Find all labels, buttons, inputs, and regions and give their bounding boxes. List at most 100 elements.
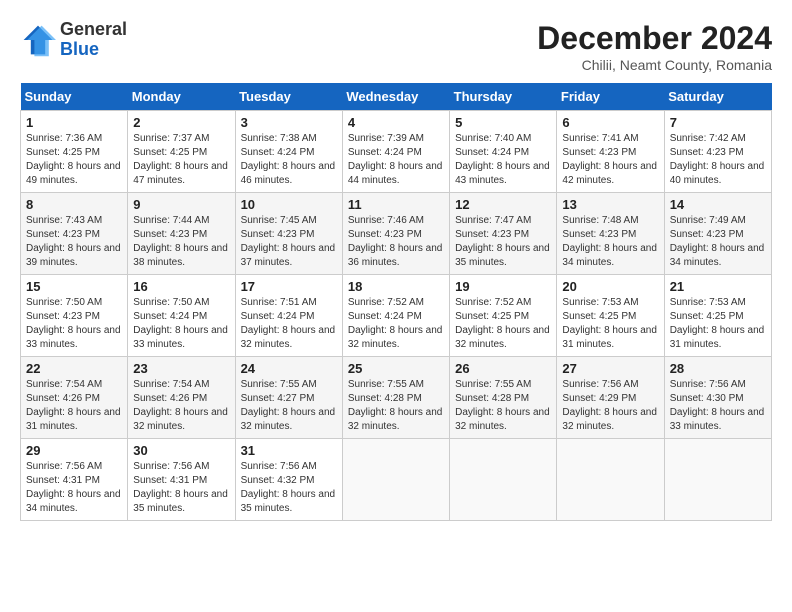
calendar-cell: 8 Sunrise: 7:43 AMSunset: 4:23 PMDaylight…	[21, 193, 128, 275]
day-detail: Sunrise: 7:55 AMSunset: 4:28 PMDaylight:…	[455, 378, 551, 434]
day-detail: Sunrise: 7:56 AMSunset: 4:29 PMDaylight:…	[562, 378, 658, 434]
day-detail: Sunrise: 7:38 AMSunset: 4:24 PMDaylight:…	[241, 132, 337, 188]
calendar-day-header: Monday	[128, 83, 235, 111]
day-number: 16	[133, 279, 229, 294]
calendar-body: 1 Sunrise: 7:36 AMSunset: 4:25 PMDaylight…	[21, 111, 772, 521]
calendar-week-row: 1 Sunrise: 7:36 AMSunset: 4:25 PMDaylight…	[21, 111, 772, 193]
day-number: 26	[455, 361, 551, 376]
calendar-cell: 12Sunrise: 7:47 AMSunset: 4:23 PMDayligh…	[450, 193, 557, 275]
day-number: 9	[133, 197, 229, 212]
calendar-day-header: Tuesday	[235, 83, 342, 111]
day-detail: Sunrise: 7:36 AMSunset: 4:25 PMDaylight:…	[26, 132, 122, 188]
calendar-week-row: 29 Sunrise: 7:56 AMSunset: 4:31 PMDayligh…	[21, 439, 772, 521]
calendar-cell: 3 Sunrise: 7:38 AMSunset: 4:24 PMDaylight…	[235, 111, 342, 193]
day-number: 15	[26, 279, 122, 294]
logo: General Blue	[20, 20, 127, 60]
logo-icon	[20, 22, 56, 58]
calendar-day-header: Wednesday	[342, 83, 449, 111]
day-detail: Sunrise: 7:42 AMSunset: 4:23 PMDaylight:…	[670, 132, 766, 188]
day-detail: Sunrise: 7:55 AMSunset: 4:28 PMDaylight:…	[348, 378, 444, 434]
calendar-cell: 13 Sunrise: 7:48 AMSunset: 4:23 PMDayligh…	[557, 193, 664, 275]
day-number: 7	[670, 115, 766, 130]
day-number: 17	[241, 279, 337, 294]
day-number: 30	[133, 443, 229, 458]
day-number: 19	[455, 279, 551, 294]
calendar-table: SundayMondayTuesdayWednesdayThursdayFrid…	[20, 83, 772, 521]
calendar-cell: 20Sunrise: 7:53 AMSunset: 4:25 PMDayligh…	[557, 275, 664, 357]
calendar-cell: 15 Sunrise: 7:50 AMSunset: 4:23 PMDayligh…	[21, 275, 128, 357]
calendar-cell: 16 Sunrise: 7:50 AMSunset: 4:24 PMDayligh…	[128, 275, 235, 357]
calendar-cell: 6 Sunrise: 7:41 AMSunset: 4:23 PMDaylight…	[557, 111, 664, 193]
calendar-week-row: 8 Sunrise: 7:43 AMSunset: 4:23 PMDaylight…	[21, 193, 772, 275]
day-number: 11	[348, 197, 444, 212]
calendar-week-row: 22 Sunrise: 7:54 AMSunset: 4:26 PMDayligh…	[21, 357, 772, 439]
day-detail: Sunrise: 7:37 AMSunset: 4:25 PMDaylight:…	[133, 132, 229, 188]
day-number: 8	[26, 197, 122, 212]
day-number: 18	[348, 279, 444, 294]
calendar-day-header: Friday	[557, 83, 664, 111]
calendar-cell: 14Sunrise: 7:49 AMSunset: 4:23 PMDayligh…	[664, 193, 771, 275]
day-detail: Sunrise: 7:53 AMSunset: 4:25 PMDaylight:…	[670, 296, 766, 352]
calendar-cell: 23 Sunrise: 7:54 AMSunset: 4:26 PMDayligh…	[128, 357, 235, 439]
calendar-cell: 18 Sunrise: 7:52 AMSunset: 4:24 PMDayligh…	[342, 275, 449, 357]
day-number: 13	[562, 197, 658, 212]
day-number: 31	[241, 443, 337, 458]
title-block: December 2024 Chilii, Neamt County, Roma…	[537, 20, 772, 73]
page-header: General Blue December 2024 Chilii, Neamt…	[20, 20, 772, 73]
calendar-cell: 5Sunrise: 7:40 AMSunset: 4:24 PMDaylight…	[450, 111, 557, 193]
calendar-cell: 25Sunrise: 7:55 AMSunset: 4:28 PMDayligh…	[342, 357, 449, 439]
calendar-cell	[342, 439, 449, 521]
day-number: 2	[133, 115, 229, 130]
day-number: 23	[133, 361, 229, 376]
calendar-cell: 27 Sunrise: 7:56 AMSunset: 4:29 PMDayligh…	[557, 357, 664, 439]
day-number: 27	[562, 361, 658, 376]
day-detail: Sunrise: 7:45 AMSunset: 4:23 PMDaylight:…	[241, 214, 337, 270]
day-detail: Sunrise: 7:56 AMSunset: 4:31 PMDaylight:…	[26, 460, 122, 516]
day-number: 21	[670, 279, 766, 294]
calendar-cell: 19 Sunrise: 7:52 AMSunset: 4:25 PMDayligh…	[450, 275, 557, 357]
day-detail: Sunrise: 7:51 AMSunset: 4:24 PMDaylight:…	[241, 296, 337, 352]
location: Chilii, Neamt County, Romania	[537, 57, 772, 73]
calendar-cell: 7 Sunrise: 7:42 AMSunset: 4:23 PMDaylight…	[664, 111, 771, 193]
calendar-week-row: 15 Sunrise: 7:50 AMSunset: 4:23 PMDayligh…	[21, 275, 772, 357]
day-number: 24	[241, 361, 337, 376]
calendar-cell: 10 Sunrise: 7:45 AMSunset: 4:23 PMDayligh…	[235, 193, 342, 275]
day-number: 10	[241, 197, 337, 212]
day-detail: Sunrise: 7:40 AMSunset: 4:24 PMDaylight:…	[455, 132, 551, 188]
calendar-cell: 24 Sunrise: 7:55 AMSunset: 4:27 PMDayligh…	[235, 357, 342, 439]
day-detail: Sunrise: 7:50 AMSunset: 4:24 PMDaylight:…	[133, 296, 229, 352]
day-detail: Sunrise: 7:56 AMSunset: 4:30 PMDaylight:…	[670, 378, 766, 434]
calendar-day-header: Sunday	[21, 83, 128, 111]
day-detail: Sunrise: 7:43 AMSunset: 4:23 PMDaylight:…	[26, 214, 122, 270]
day-number: 3	[241, 115, 337, 130]
day-number: 29	[26, 443, 122, 458]
calendar-cell	[664, 439, 771, 521]
logo-text: General Blue	[60, 20, 127, 60]
day-detail: Sunrise: 7:48 AMSunset: 4:23 PMDaylight:…	[562, 214, 658, 270]
day-detail: Sunrise: 7:54 AMSunset: 4:26 PMDaylight:…	[133, 378, 229, 434]
calendar-cell: 11Sunrise: 7:46 AMSunset: 4:23 PMDayligh…	[342, 193, 449, 275]
day-detail: Sunrise: 7:55 AMSunset: 4:27 PMDaylight:…	[241, 378, 337, 434]
day-detail: Sunrise: 7:50 AMSunset: 4:23 PMDaylight:…	[26, 296, 122, 352]
calendar-cell: 26 Sunrise: 7:55 AMSunset: 4:28 PMDayligh…	[450, 357, 557, 439]
day-detail: Sunrise: 7:39 AMSunset: 4:24 PMDaylight:…	[348, 132, 444, 188]
calendar-day-header: Thursday	[450, 83, 557, 111]
day-detail: Sunrise: 7:52 AMSunset: 4:24 PMDaylight:…	[348, 296, 444, 352]
calendar-cell: 31Sunrise: 7:56 AMSunset: 4:32 PMDayligh…	[235, 439, 342, 521]
day-number: 1	[26, 115, 122, 130]
day-number: 6	[562, 115, 658, 130]
day-detail: Sunrise: 7:52 AMSunset: 4:25 PMDaylight:…	[455, 296, 551, 352]
day-number: 22	[26, 361, 122, 376]
calendar-cell: 21 Sunrise: 7:53 AMSunset: 4:25 PMDayligh…	[664, 275, 771, 357]
calendar-cell	[450, 439, 557, 521]
calendar-cell: 29 Sunrise: 7:56 AMSunset: 4:31 PMDayligh…	[21, 439, 128, 521]
calendar-cell: 22 Sunrise: 7:54 AMSunset: 4:26 PMDayligh…	[21, 357, 128, 439]
calendar-cell: 4 Sunrise: 7:39 AMSunset: 4:24 PMDaylight…	[342, 111, 449, 193]
calendar-cell: 2 Sunrise: 7:37 AMSunset: 4:25 PMDaylight…	[128, 111, 235, 193]
calendar-cell: 30Sunrise: 7:56 AMSunset: 4:31 PMDayligh…	[128, 439, 235, 521]
day-detail: Sunrise: 7:41 AMSunset: 4:23 PMDaylight:…	[562, 132, 658, 188]
day-number: 4	[348, 115, 444, 130]
day-detail: Sunrise: 7:54 AMSunset: 4:26 PMDaylight:…	[26, 378, 122, 434]
day-detail: Sunrise: 7:44 AMSunset: 4:23 PMDaylight:…	[133, 214, 229, 270]
day-detail: Sunrise: 7:53 AMSunset: 4:25 PMDaylight:…	[562, 296, 658, 352]
